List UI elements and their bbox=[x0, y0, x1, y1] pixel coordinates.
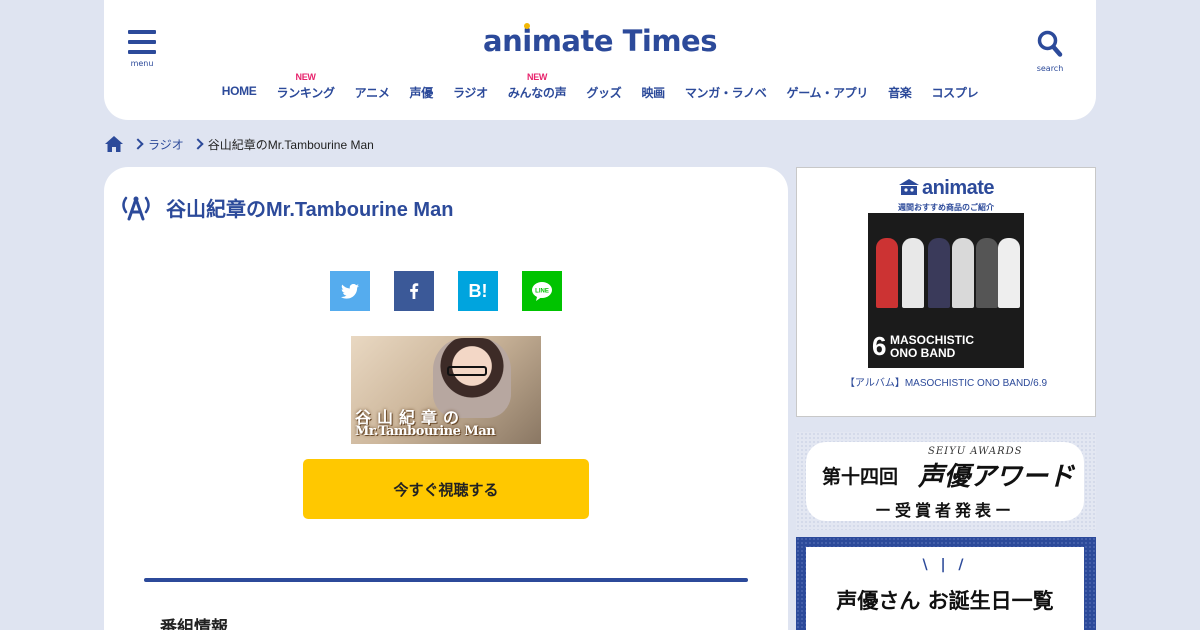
article-card: 谷山紀章のMr.Tambourine Man B! LINE 谷山紀章の Mr.… bbox=[104, 167, 788, 630]
animate-store-icon bbox=[898, 179, 919, 195]
share-buttons: B! LINE bbox=[330, 271, 562, 311]
band-member bbox=[928, 238, 950, 308]
birthday-list-banner[interactable]: \ | / 声優さん お誕生日一覧 bbox=[796, 537, 1096, 630]
award-card: SEIYU AWARDS 第十四回 声優アワード ー受賞者発表ー bbox=[806, 442, 1084, 521]
radio-antenna-icon bbox=[122, 196, 150, 220]
nav-item-home[interactable]: HOME bbox=[212, 70, 267, 101]
hatena-bookmark-icon: B! bbox=[468, 280, 488, 301]
nav-item-manga[interactable]: マンガ・ラノベ bbox=[675, 70, 777, 101]
title-row: 谷山紀章のMr.Tambourine Man bbox=[120, 193, 453, 222]
award-name: 声優アワード bbox=[918, 462, 1075, 492]
birthday-text: 声優さん お誕生日一覧 bbox=[836, 589, 1054, 613]
award-sub: ー受賞者発表ー bbox=[874, 501, 1015, 520]
thumbnail-title-line2: Mr.Tambourine Man bbox=[355, 424, 496, 439]
band-member bbox=[902, 238, 924, 308]
facebook-icon bbox=[410, 283, 419, 299]
site-header: menu animate Times search HOME NEW ランキング … bbox=[104, 0, 1096, 120]
section-divider bbox=[144, 578, 748, 582]
band-member bbox=[976, 238, 998, 308]
twitter-bird-icon bbox=[341, 283, 359, 299]
nav-item-movie[interactable]: 映画 bbox=[631, 70, 674, 101]
ad-subtitle: 週間おすすめ商品のご紹介 bbox=[898, 203, 994, 212]
animate-logo: animate bbox=[797, 177, 1095, 200]
birthday-card: \ | / 声優さん お誕生日一覧 bbox=[806, 547, 1084, 630]
nav-item-music[interactable]: 音楽 bbox=[878, 70, 921, 101]
breadcrumb-item-radio[interactable]: ラジオ bbox=[148, 136, 184, 153]
breadcrumb-current: 谷山紀章のMr.Tambourine Man bbox=[207, 137, 374, 152]
site-logo[interactable]: animate Times bbox=[104, 24, 1096, 58]
share-facebook-button[interactable] bbox=[394, 271, 434, 311]
band-member bbox=[998, 238, 1020, 308]
page-title: 谷山紀章のMr.Tambourine Man bbox=[166, 199, 454, 221]
watch-now-button[interactable]: 今すぐ視聴する bbox=[303, 459, 589, 519]
band-member bbox=[952, 238, 974, 308]
global-nav: HOME NEW ランキング アニメ 声優 ラジオ NEW みんなの声 グッズ 映画… bbox=[104, 70, 1096, 101]
new-badge: NEW bbox=[527, 72, 548, 82]
home-icon[interactable] bbox=[104, 135, 124, 153]
line-icon-text: LINE bbox=[535, 289, 549, 295]
cover-number: 6 bbox=[872, 331, 887, 361]
chevron-right-icon bbox=[192, 138, 204, 150]
product-ad-banner[interactable]: animate 週間おすすめ商品のご紹介 6 MASOCHISTIC ONO BA… bbox=[796, 167, 1096, 417]
new-badge: NEW bbox=[295, 72, 316, 82]
menu-label: menu bbox=[130, 59, 154, 68]
cover-band-name: MASOCHISTIC ONO BAND bbox=[890, 333, 974, 360]
line-icon: LINE bbox=[532, 282, 552, 301]
nav-item-minna-no-koe[interactable]: NEW みんなの声 bbox=[498, 70, 577, 101]
album-cover: 6 MASOCHISTIC ONO BAND bbox=[868, 213, 1024, 368]
band-member bbox=[876, 238, 898, 308]
seiyu-awards-banner[interactable]: SEIYU AWARDS 第十四回 声優アワード ー受賞者発表ー bbox=[796, 432, 1096, 530]
share-line-button[interactable]: LINE bbox=[522, 271, 562, 311]
award-ordinal: 第十四回 bbox=[822, 466, 899, 488]
nav-item-ranking[interactable]: NEW ランキング bbox=[267, 70, 345, 101]
share-hatena-button[interactable]: B! bbox=[458, 271, 498, 311]
glasses-shape bbox=[447, 366, 487, 376]
nav-item-seiyu[interactable]: 声優 bbox=[400, 70, 443, 101]
nav-item-game[interactable]: ゲーム・アプリ bbox=[777, 70, 879, 101]
nav-item-anime[interactable]: アニメ bbox=[345, 70, 400, 101]
breadcrumb: ラジオ 谷山紀章のMr.Tambourine Man bbox=[104, 135, 374, 153]
sparkle-icon: \ | / bbox=[922, 557, 968, 573]
ad-caption[interactable]: 【アルバム】MASOCHISTIC ONO BAND/6.9 bbox=[797, 374, 1095, 389]
nav-item-radio[interactable]: ラジオ bbox=[443, 70, 498, 101]
chevron-right-icon bbox=[132, 138, 144, 150]
nav-item-cosplay[interactable]: コスプレ bbox=[921, 70, 988, 101]
search-button[interactable]: search bbox=[1034, 30, 1066, 73]
search-icon bbox=[1037, 30, 1063, 57]
section-heading: 番組情報 bbox=[160, 618, 228, 630]
share-twitter-button[interactable] bbox=[330, 271, 370, 311]
program-thumbnail: 谷山紀章の Mr.Tambourine Man bbox=[351, 336, 541, 444]
nav-item-goods[interactable]: グッズ bbox=[576, 70, 631, 101]
